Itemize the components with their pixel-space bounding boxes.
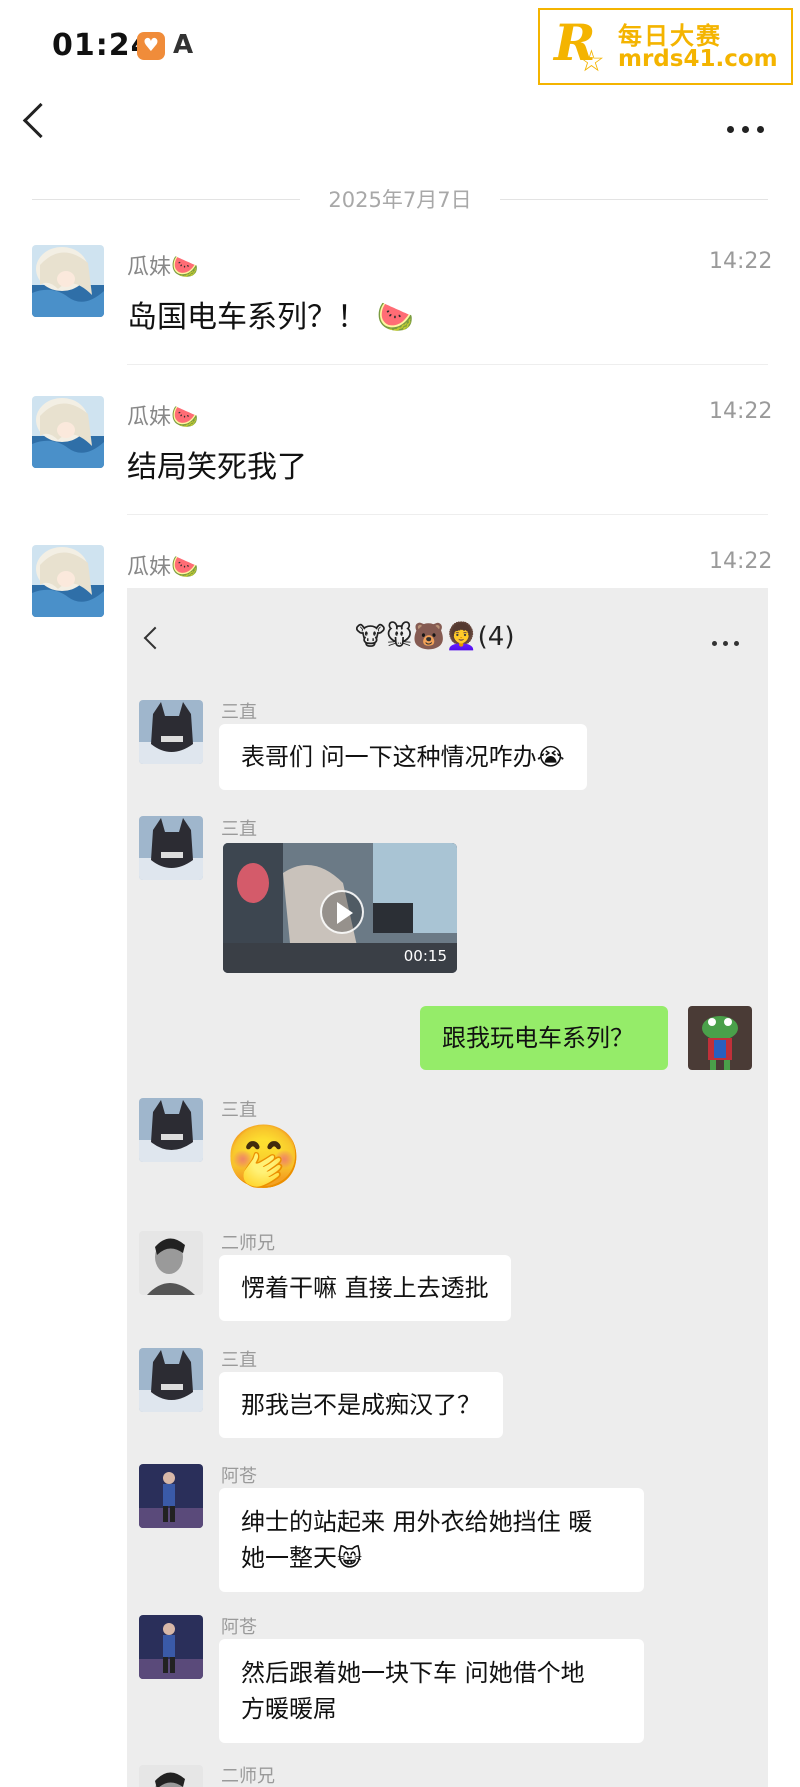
message-separator [127,514,768,515]
sender-name: 瓜妹🍉 [127,255,199,280]
sender-avatar[interactable] [32,545,104,617]
laughing-emoji: 🤭 [225,1120,303,1193]
image-message[interactable]: 🐮🐭🐻👩‍🦱(4) 三直 表哥们 问一下这种情况咋办😭 三直 00:15 跟我玩… [127,588,768,1787]
person-avatar [139,1765,203,1787]
watermark-logo: R ☆ 每日大赛 mrds41.com [538,8,793,85]
embedded-self-bubble: 跟我玩电车系列？ [420,1006,668,1070]
sender-avatar[interactable] [32,245,104,317]
watermark-url: mrds41.com [618,46,778,72]
video-duration: 00:15 [403,947,447,965]
embedded-sender-name: 三直 [221,1100,257,1121]
dog-avatar [139,700,203,764]
embedded-message-bubble: 表哥们 问一下这种情况咋办😭 [219,724,587,790]
embedded-chat-title: 🐮🐭🐻👩‍🦱(4) [355,622,515,652]
video-thumbnail: 00:15 [223,843,457,973]
bubble-line: 她一整天😸 [241,1544,363,1572]
back-arrow-icon[interactable] [22,102,59,139]
app-notification-icon: ♥ [137,32,165,60]
bubble-line: 方暖暖屌 [241,1695,337,1723]
embedded-sender-name: 三直 [221,819,257,840]
sender-avatar[interactable] [32,396,104,468]
embedded-message-bubble: 绅士的站起来 用外衣给她挡住 暖 她一整天😸 [219,1488,644,1592]
date-divider: 2025年7月7日 [328,188,472,212]
message-text[interactable]: 岛国电车系列？！ 🍉 [127,292,414,336]
person-avatar [139,1231,203,1295]
message-time: 14:22 [709,249,773,274]
play-icon [320,890,364,934]
dog-avatar [139,1098,203,1162]
embedded-sender-name: 阿苍 [221,1617,257,1638]
embedded-message-bubble: 愣着干嘛 直接上去透批 [219,1255,511,1321]
message-separator [127,364,768,365]
dog-avatar [139,816,203,880]
font-notification-icon: A [173,30,194,60]
dog-avatar [139,1348,203,1412]
embedded-message-bubble: 然后跟着她一块下车 问她借个地 方暖暖屌 [219,1639,644,1743]
message-text[interactable]: 结局笑死我了 [127,442,307,486]
bubble-line: 然后跟着她一块下车 问她借个地 [241,1659,585,1687]
embedded-sender-name: 三直 [221,1350,257,1371]
embedded-back-icon [143,626,167,650]
more-options-icon[interactable] [727,126,765,134]
logo-star-icon: ☆ [578,44,605,79]
embedded-more-icon [712,641,740,647]
frog-avatar [688,1006,752,1070]
embedded-sender-name: 阿苍 [221,1466,257,1487]
embedded-message-bubble: 那我岂不是成痴汉了？ [219,1372,503,1438]
sender-name: 瓜妹🍉 [127,555,199,580]
boy-avatar [139,1464,203,1528]
boy-avatar [139,1615,203,1679]
embedded-sender-name: 二师兄 [221,1233,275,1254]
date-divider-line [500,199,768,200]
sender-name: 瓜妹🍉 [127,405,199,430]
embedded-sender-name: 二师兄 [221,1766,275,1787]
message-time: 14:22 [709,549,773,574]
bubble-line: 绅士的站起来 用外衣给她挡住 暖 [241,1508,593,1536]
message-time: 14:22 [709,399,773,424]
date-divider-line [32,199,300,200]
embedded-sender-name: 三直 [221,702,257,723]
